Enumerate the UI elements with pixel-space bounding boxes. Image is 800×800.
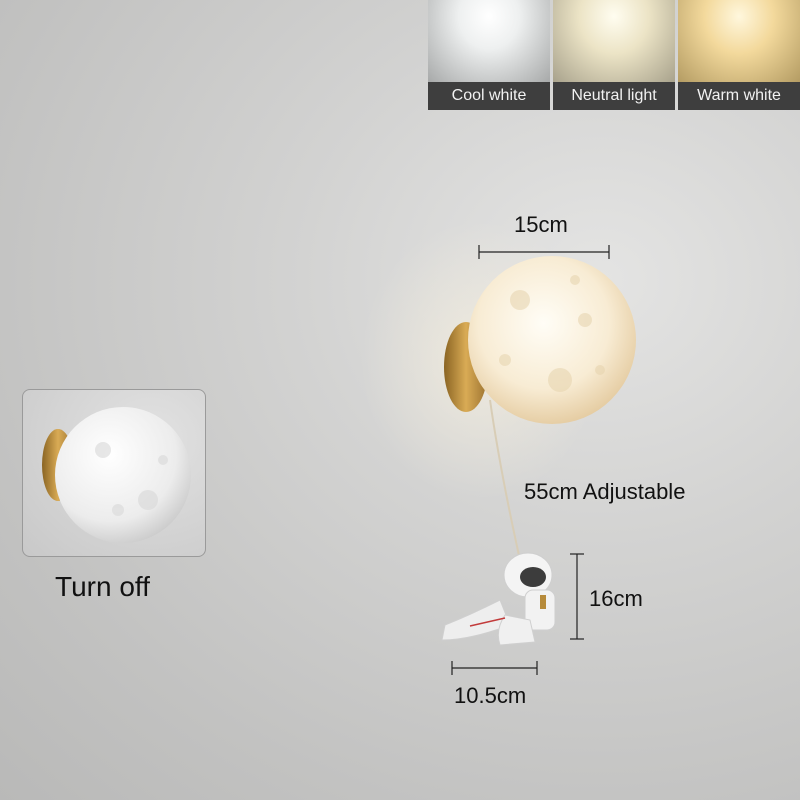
astronaut-figure <box>441 552 556 646</box>
swatch-glow <box>678 0 800 82</box>
swatch-cool-white: Cool white <box>428 0 550 110</box>
astronaut-height-label: 16cm <box>589 586 643 611</box>
swatch-glow <box>553 0 675 82</box>
color-temperature-swatches: Cool white Neutral light Warm white <box>428 0 800 112</box>
swatch-glow <box>428 0 550 82</box>
swatch-warm-white: Warm white <box>678 0 800 110</box>
moon-width-label: 15cm <box>514 212 568 237</box>
swatch-label: Neutral light <box>553 82 675 110</box>
swatch-neutral-light: Neutral light <box>553 0 675 110</box>
moon-off-image <box>42 407 191 543</box>
swatch-label: Warm white <box>678 82 800 110</box>
astronaut-width-label: 10.5cm <box>454 683 527 708</box>
product-photo: Cool white Neutral light Warm white Turn… <box>0 0 800 800</box>
inset-caption: Turn off <box>55 571 150 602</box>
moon-lamp <box>468 256 636 424</box>
swatch-label: Cool white <box>428 82 550 110</box>
cord-length-label: 55cm Adjustable <box>524 479 686 504</box>
inset-turned-off <box>22 389 206 557</box>
